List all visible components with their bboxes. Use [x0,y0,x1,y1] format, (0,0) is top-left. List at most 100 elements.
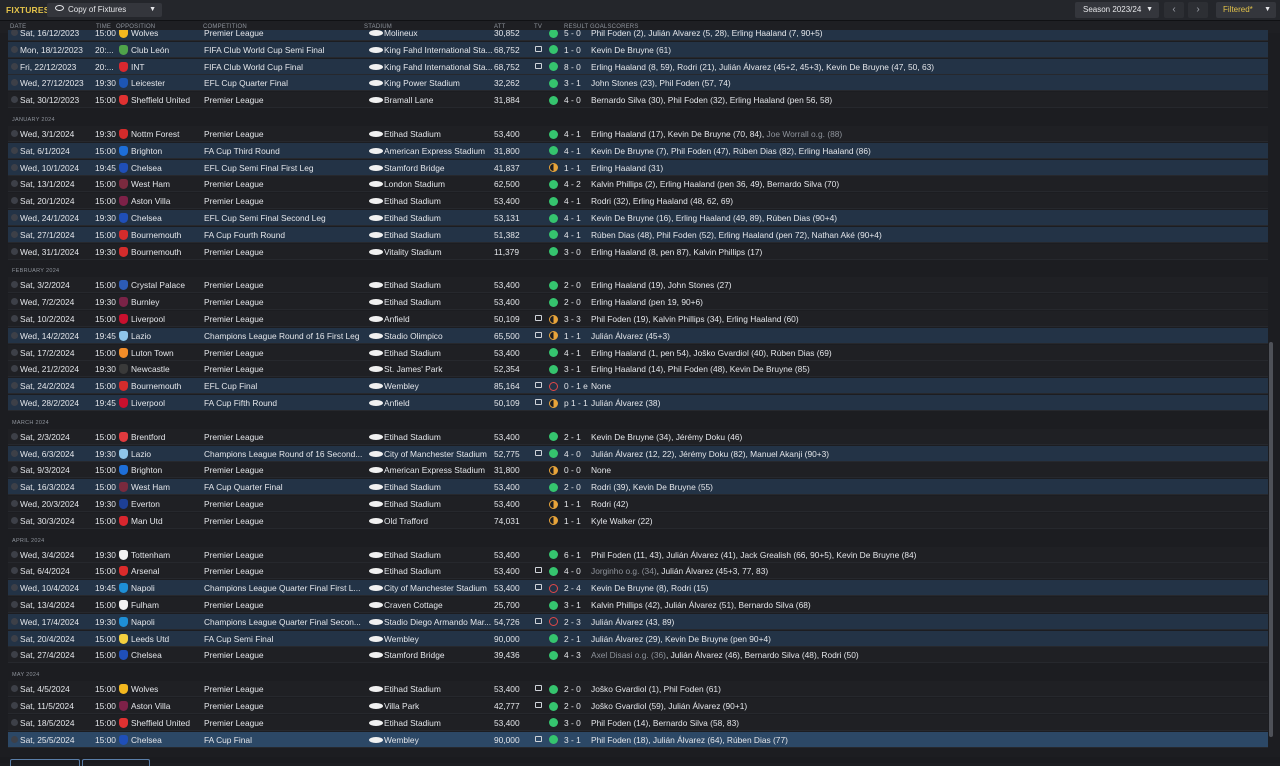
competition-link[interactable]: EFL Cup Final [204,378,366,394]
match-result[interactable]: 4 - 1 [564,143,594,159]
fixture-row[interactable]: Sat, 9/3/2024 15:00 Brighton Premier League… [8,462,1268,479]
stadium-link[interactable]: St. James' Park [384,361,492,377]
fixture-row[interactable]: Wed, 21/2/2024 19:30 Newcastle Premier Leag… [8,361,1268,378]
opposition-link[interactable]: Wolves [131,30,207,41]
stadium-link[interactable]: Etihad Stadium [384,227,492,243]
competition-link[interactable]: Premier League [204,294,366,310]
competition-link[interactable]: Premier League [204,429,366,445]
competition-link[interactable]: Premier League [204,176,366,192]
stadium-link[interactable]: City of Manchester Stadium [384,446,492,462]
match-result[interactable]: 2 - 0 [564,277,594,293]
competition-link[interactable]: Premier League [204,30,366,41]
stadium-link[interactable]: American Express Stadium [384,462,492,478]
match-result[interactable]: 2 - 0 [564,294,594,310]
match-result[interactable]: 2 - 0 [564,479,594,495]
stadium-link[interactable]: Etihad Stadium [384,715,492,731]
match-result[interactable]: 4 - 3 [564,647,594,663]
match-result[interactable]: p 1 - 1 [564,395,594,411]
fixture-row[interactable]: Wed, 3/4/2024 19:30 Tottenham Premier Leagu… [8,546,1268,563]
stadium-link[interactable]: Stamford Bridge [384,647,492,663]
match-result[interactable]: 2 - 0 [564,681,594,697]
opposition-link[interactable]: Sheffield United [131,92,207,108]
fixture-row[interactable]: Wed, 28/2/2024 19:45 Liverpool FA Cup Fifth… [8,395,1268,411]
match-result[interactable]: 4 - 0 [564,92,594,108]
competition-link[interactable]: Premier League [204,361,366,377]
opposition-link[interactable]: Man Utd [131,513,207,529]
stadium-link[interactable]: Etihad Stadium [384,479,492,495]
fixture-row[interactable]: Sat, 25/5/2024 15:00 Chelsea FA Cup Final We… [8,731,1268,748]
opposition-link[interactable]: Sheffield United [131,715,207,731]
competition-link[interactable]: EFL Cup Semi Final Second Leg [204,210,366,226]
stadium-link[interactable]: Old Trafford [384,513,492,529]
fixture-row[interactable]: Wed, 24/1/2024 19:30 Chelsea EFL Cup Semi F… [8,210,1268,226]
competition-link[interactable]: Premier League [204,698,366,714]
opposition-link[interactable]: Arsenal [131,563,207,579]
match-result[interactable]: 4 - 1 [564,210,594,226]
season-dropdown[interactable]: Season 2023/24 ▼ [1075,2,1159,18]
fixture-row[interactable]: Fri, 22/12/2023 20:... INT FIFA Club World … [8,58,1268,75]
stadium-link[interactable]: Etihad Stadium [384,193,492,209]
fixture-row[interactable]: Wed, 10/1/2024 19:45 Chelsea EFL Cup Semi F… [8,159,1268,176]
competition-link[interactable]: Premier League [204,126,366,142]
stadium-link[interactable]: Wembley [384,378,492,394]
fixture-row[interactable]: Sat, 3/2/2024 15:00 Crystal Palace Premier … [8,277,1268,294]
match-result[interactable]: 4 - 2 [564,176,594,192]
opposition-link[interactable]: Liverpool [131,311,207,327]
filter-dropdown[interactable]: Filtered* ▼ [1216,2,1276,18]
stadium-link[interactable]: Etihad Stadium [384,345,492,361]
competition-link[interactable]: Champions League Round of 16 First Leg [204,328,366,344]
fixture-row[interactable]: Wed, 6/3/2024 19:30 Lazio Champions League … [8,445,1268,462]
stadium-link[interactable]: Vitality Stadium [384,244,492,260]
fixture-row[interactable]: Sat, 13/1/2024 15:00 West Ham Premier Leagu… [8,176,1268,193]
match-result[interactable]: 2 - 3 [564,614,594,630]
competition-link[interactable]: FIFA Club World Cup Final [204,59,366,75]
stadium-link[interactable]: Stamford Bridge [384,160,492,176]
stadium-link[interactable]: Wembley [384,631,492,647]
fixture-row[interactable]: Sat, 18/5/2024 15:00 Sheffield United Premi… [8,714,1268,731]
opposition-link[interactable]: INT [131,59,207,75]
competition-link[interactable]: Premier League [204,681,366,697]
opposition-link[interactable]: Everton [131,496,207,512]
opposition-link[interactable]: Burnley [131,294,207,310]
fixture-row[interactable]: Wed, 27/12/2023 19:30 Leicester EFL Cup Qua… [8,75,1268,92]
fixture-row[interactable]: Sat, 30/12/2023 15:00 Sheffield United Prem… [8,92,1268,109]
stadium-link[interactable]: Wembley [384,732,492,748]
match-result[interactable]: 4 - 1 [564,345,594,361]
competition-link[interactable]: Premier League [204,513,366,529]
fixture-row[interactable]: Sat, 4/5/2024 15:00 Wolves Premier League Et… [8,681,1268,698]
stadium-link[interactable]: King Fahd International Sta... [384,42,492,58]
opposition-link[interactable]: Wolves [131,681,207,697]
opposition-link[interactable]: Aston Villa [131,193,207,209]
opposition-link[interactable]: Bournemouth [131,378,207,394]
stadium-link[interactable]: Anfield [384,395,492,411]
stadium-link[interactable]: London Stadium [384,176,492,192]
stadium-link[interactable]: Villa Park [384,698,492,714]
match-result[interactable]: 1 - 1 [564,513,594,529]
fixture-row[interactable]: Sat, 13/4/2024 15:00 Fulham Premier League C… [8,597,1268,613]
match-result[interactable]: 0 - 1 e [564,378,594,394]
opposition-link[interactable]: Napoli [131,580,207,596]
fixture-row[interactable]: Sat, 17/2/2024 15:00 Luton Town Premier Lea… [8,344,1268,361]
competition-link[interactable]: Champions League Round of 16 Second... [204,446,366,462]
competition-link[interactable]: FA Cup Fourth Round [204,227,366,243]
match-result[interactable]: 3 - 1 [564,597,594,613]
fixture-row[interactable]: Sat, 11/5/2024 15:00 Aston Villa Premier Le… [8,698,1268,714]
opposition-link[interactable]: Napoli [131,614,207,630]
competition-link[interactable]: Premier League [204,715,366,731]
match-result[interactable]: 2 - 1 [564,631,594,647]
opposition-link[interactable]: Nottm Forest [131,126,207,142]
stadium-link[interactable]: Craven Cottage [384,597,492,613]
fixture-row[interactable]: Wed, 14/2/2024 19:45 Lazio Champions League… [8,327,1268,344]
match-result[interactable]: 6 - 1 [564,547,594,563]
stadium-link[interactable]: Stadio Olimpico [384,328,492,344]
opposition-link[interactable]: Fulham [131,597,207,613]
fixture-row[interactable]: Sat, 30/3/2024 15:00 Man Utd Premier League… [8,512,1268,529]
opposition-link[interactable]: West Ham [131,176,207,192]
opposition-link[interactable]: West Ham [131,479,207,495]
match-result[interactable]: 1 - 0 [564,42,594,58]
match-result[interactable]: 0 - 0 [564,462,594,478]
opposition-link[interactable]: Chelsea [131,647,207,663]
match-result[interactable]: 4 - 0 [564,563,594,579]
fixture-row[interactable]: Sat, 27/4/2024 15:00 Chelsea Premier League… [8,647,1268,664]
competition-link[interactable]: Premier League [204,277,366,293]
